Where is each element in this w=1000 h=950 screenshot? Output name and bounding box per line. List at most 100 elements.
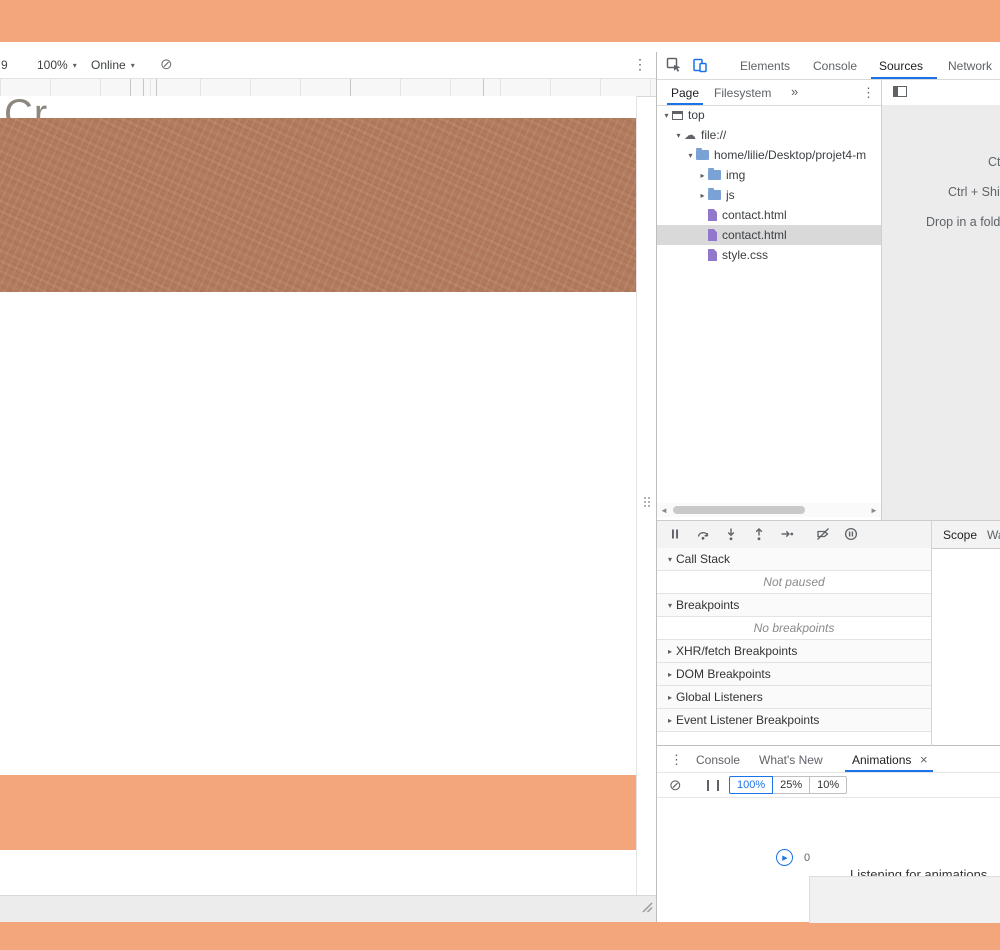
tab-network[interactable]: Network [948, 59, 992, 73]
tree-item-label: top [688, 108, 705, 122]
step-out-icon[interactable] [752, 527, 766, 541]
step-into-icon[interactable] [724, 527, 738, 541]
network-throttle-select[interactable]: Online ▾ [91, 58, 135, 72]
devtools-panel: Elements Console Sources Network Page Fi… [656, 52, 1000, 923]
disclosure-arrow-icon: ▾ [667, 600, 672, 610]
device-ruler [0, 79, 656, 97]
no-throttling-icon[interactable]: ⊘ [160, 55, 173, 73]
scroll-right-icon[interactable]: ► [867, 506, 881, 515]
speed-100-button[interactable]: 100% [729, 776, 774, 794]
navigator-menu-icon[interactable]: ⋮ [862, 85, 875, 101]
viewport-height-field[interactable]: 9 [1, 58, 8, 72]
tree-item-label: file:// [701, 128, 727, 142]
section-breakpoints[interactable]: ▾ Breakpoints [657, 594, 931, 617]
disclosure-arrow-icon: ▾ [667, 554, 672, 564]
section-xhr-breakpoints[interactable]: ▸ XHR/fetch Breakpoints [657, 640, 931, 663]
viewport-resize-handle[interactable] [644, 497, 652, 515]
editor-placeholder-pane: Ctrl + O Ctrl + Shift + P Drop in a fold… [881, 105, 1000, 520]
pause-script-icon[interactable] [668, 527, 682, 541]
frame-icon [672, 110, 683, 120]
drawer-tab-console[interactable]: Console [696, 753, 740, 767]
close-icon[interactable]: × [920, 752, 928, 767]
step-icon[interactable] [780, 527, 794, 541]
emulated-viewport: Cr [0, 92, 637, 895]
disclosure-arrow-icon[interactable]: ▾ [685, 151, 696, 160]
pause-all-icon[interactable] [707, 780, 719, 791]
shortcut-run-command: Ctrl + Shift + P [948, 185, 1000, 199]
tree-item-img[interactable]: ▸ img [657, 165, 881, 185]
replay-button[interactable]: ▶ [776, 849, 793, 866]
section-dom-breakpoints[interactable]: ▸ DOM Breakpoints [657, 663, 931, 686]
drawer-tab-animations[interactable]: Animations [852, 753, 911, 767]
step-over-icon[interactable] [696, 527, 710, 541]
tab-watch[interactable]: Watch [987, 528, 1000, 542]
devtools-drawer: ⋮ Console What's New Animations × ⊘ 100%… [657, 745, 1000, 923]
file-icon [708, 209, 717, 221]
file-navigator-tree: ▾ top ▾ ☁ file:// ▾ home/lilie/Desktop/p… [657, 105, 881, 503]
section-event-listener-breakpoints[interactable]: ▸ Event Listener Breakpoints [657, 709, 931, 732]
tab-page[interactable]: Page [671, 86, 699, 100]
disclosure-arrow-icon: ▸ [667, 646, 672, 656]
tree-item-style-css[interactable]: style.css [657, 245, 881, 265]
scrollbar-track[interactable] [671, 503, 867, 517]
playback-speed-group: 100% 25% 10% [729, 776, 848, 794]
section-label: Global Listeners [676, 690, 763, 704]
horizontal-scrollbar[interactable]: ◄ ► [657, 503, 881, 517]
disclosure-arrow-icon[interactable]: ▸ [697, 191, 708, 200]
pause-on-exceptions-icon[interactable] [844, 527, 858, 541]
animations-timeline-grid [809, 876, 1000, 923]
file-icon [708, 249, 717, 261]
toggle-device-toolbar-icon[interactable] [692, 57, 708, 73]
network-value: Online [91, 58, 126, 72]
tree-item-label: contact.html [722, 208, 787, 222]
zoom-select[interactable]: 100% ▾ [37, 58, 77, 72]
section-label: Call Stack [676, 552, 731, 566]
tab-filesystem[interactable]: Filesystem [714, 86, 771, 100]
page-top-band [0, 0, 1000, 42]
disclosure-arrow-icon[interactable]: ▾ [673, 131, 684, 140]
corner-resize-handle[interactable] [639, 899, 655, 915]
inspect-element-icon[interactable] [666, 57, 682, 73]
tab-elements[interactable]: Elements [740, 59, 790, 73]
disclosure-arrow-icon: ▸ [667, 669, 672, 679]
clear-all-icon[interactable]: ⊘ [669, 776, 682, 794]
ruler-tick [143, 79, 144, 96]
tab-sources[interactable]: Sources [879, 59, 923, 73]
speed-25-button[interactable]: 25% [772, 776, 811, 794]
scrollbar-thumb[interactable] [673, 506, 805, 514]
disclosure-arrow-icon: ▸ [667, 692, 672, 702]
scroll-left-icon[interactable]: ◄ [657, 506, 671, 515]
play-icon: ▶ [782, 854, 788, 862]
drawer-tab-whats-new[interactable]: What's New [759, 753, 823, 767]
section-global-listeners[interactable]: ▸ Global Listeners [657, 686, 931, 709]
toggle-navigator-icon[interactable] [893, 86, 907, 97]
tree-item-project-folder[interactable]: ▾ home/lilie/Desktop/projet4-m [657, 145, 881, 165]
tree-item-contact-html-selected[interactable]: contact.html [657, 225, 881, 245]
tab-scope[interactable]: Scope [943, 528, 977, 542]
section-label: DOM Breakpoints [676, 667, 771, 681]
timeline-zero-label: 0 [804, 852, 811, 864]
chevron-down-icon: ▾ [130, 60, 135, 70]
tree-item-label: style.css [722, 248, 769, 262]
drawer-menu-icon[interactable]: ⋮ [670, 752, 683, 768]
tree-item-contact-html[interactable]: contact.html [657, 205, 881, 225]
section-call-stack[interactable]: ▾ Call Stack [657, 548, 931, 571]
speed-10-button[interactable]: 10% [809, 776, 848, 794]
disclosure-arrow-icon[interactable]: ▾ [661, 111, 672, 120]
tree-item-file-protocol[interactable]: ▾ ☁ file:// [657, 125, 881, 145]
folder-icon [696, 148, 709, 160]
page-orange-section [0, 775, 636, 850]
more-options-icon[interactable]: ⋮ [633, 56, 647, 73]
navigator-tabbar: Page Filesystem » ⋮ [657, 79, 881, 106]
file-icon [708, 229, 717, 241]
deactivate-breakpoints-icon[interactable] [816, 527, 830, 541]
sidebar-divider [931, 520, 932, 746]
tree-item-js[interactable]: ▸ js [657, 185, 881, 205]
tree-item-top[interactable]: ▾ top [657, 105, 881, 125]
ruler-tick [483, 79, 484, 96]
more-tabs-icon[interactable]: » [791, 84, 798, 99]
ruler-tick [350, 79, 351, 96]
tree-item-label: img [726, 168, 746, 182]
disclosure-arrow-icon[interactable]: ▸ [697, 171, 708, 180]
tab-console[interactable]: Console [813, 59, 857, 73]
